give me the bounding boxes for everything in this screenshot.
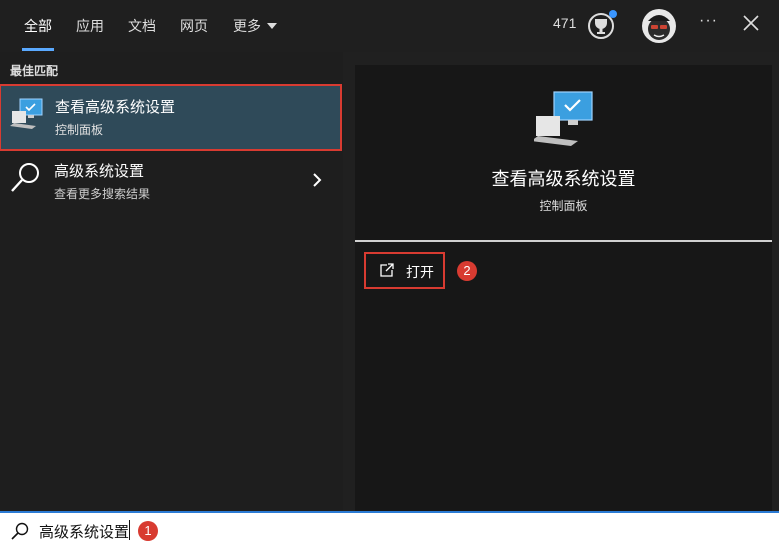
section-title-best-match: 最佳匹配 [10,64,59,78]
divider [355,240,772,242]
detail-title: 查看高级系统设置 [491,169,636,189]
best-match-subtitle: 控制面板 [55,123,104,137]
tab-documents[interactable]: 文档 [128,0,156,52]
close-icon[interactable] [742,14,760,32]
trophy-icon[interactable] [587,10,617,40]
system-settings-icon [10,98,43,129]
avatar[interactable] [642,9,676,43]
search-icon [11,522,29,540]
open-button-label: 打开 [406,264,434,280]
open-external-icon [380,263,394,277]
chevron-down-icon [267,23,277,30]
search-bar[interactable]: 高级系统设置 1 [0,511,779,548]
tab-more[interactable]: 更多 [233,0,277,52]
best-match-result[interactable]: 查看高级系统设置 控制面板 [0,84,342,151]
more-options-button[interactable]: ··· [699,12,718,30]
open-button[interactable]: 打开 [364,252,445,289]
tab-web[interactable]: 网页 [180,0,208,52]
annotation-badge-1: 1 [138,521,158,541]
tab-apps[interactable]: 应用 [76,0,104,52]
rewards-points: 471 [553,15,577,31]
text-cursor [129,520,130,540]
detail-subtitle: 控制面板 [539,199,588,213]
best-match-title: 查看高级系统设置 [55,99,176,116]
search-input[interactable]: 高级系统设置 [39,521,129,542]
tab-more-label: 更多 [233,18,261,34]
annotation-badge-2: 2 [457,261,477,281]
detail-header: 查看高级系统设置 控制面板 [0,165,779,214]
system-settings-icon [534,91,593,146]
tab-all[interactable]: 全部 [22,0,54,52]
